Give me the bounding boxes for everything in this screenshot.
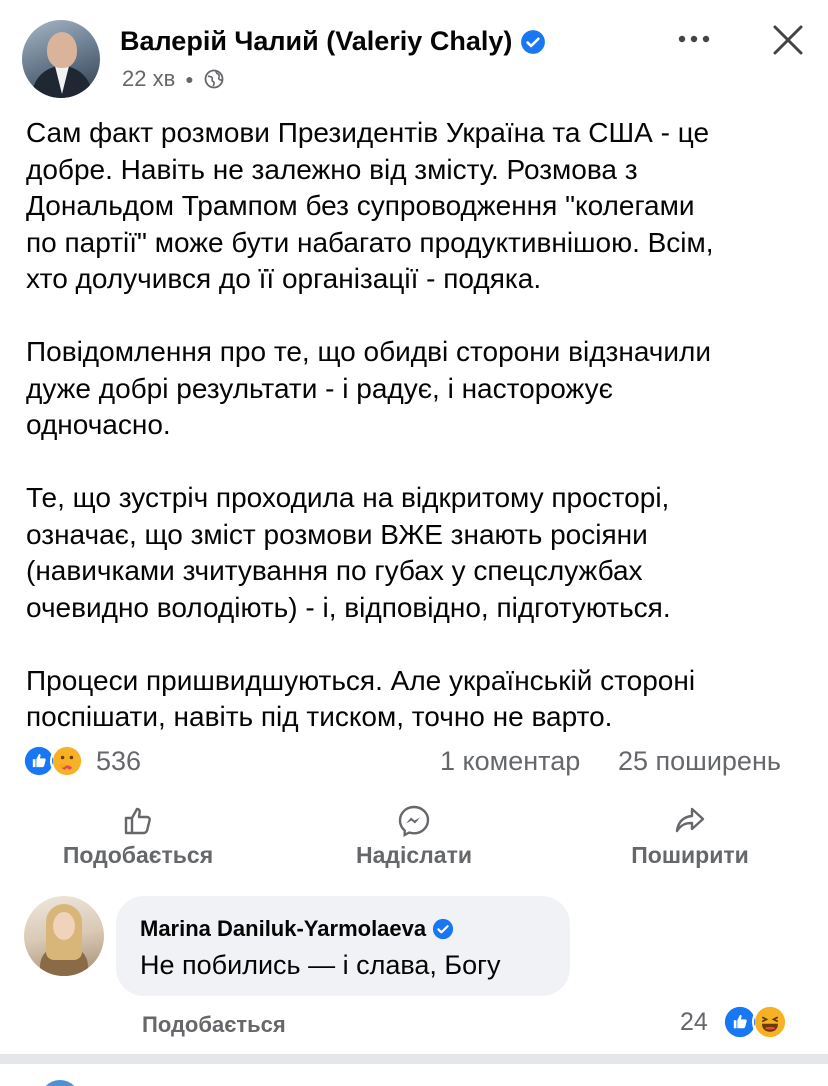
post-time[interactable]: 22 хв: [122, 66, 175, 92]
close-icon[interactable]: [770, 22, 806, 58]
haha-reaction-icon: [752, 1004, 788, 1040]
comment-author-name[interactable]: Marina Daniluk-Yarmolaeva: [140, 916, 426, 942]
post-paragraph: Те, що зустріч проходила на відкритому п…: [26, 482, 671, 623]
comments-count[interactable]: 1 коментар: [440, 746, 580, 777]
post-actions: Подобається Надіслати Поширити: [0, 800, 828, 880]
meta-separator: ●: [185, 71, 194, 87]
author-avatar[interactable]: [22, 20, 100, 98]
section-divider: [0, 1054, 828, 1064]
post-paragraph: Повідомлення про те, що обидві сторони в…: [26, 336, 712, 440]
share-label: Поширити: [631, 842, 749, 868]
post-paragraph: Процеси пришвидшуються. Але українській …: [26, 664, 696, 733]
comment-reaction-count[interactable]: 24: [680, 1008, 708, 1037]
thumbs-up-icon: [124, 807, 151, 835]
post-text: Сам факт розмови Президентів Україна та …: [26, 115, 806, 772]
author-name[interactable]: Валерій Чалий (Valeriy Chaly): [120, 26, 546, 57]
post-header: Валерій Чалий (Valeriy Chaly) 22 хв ●: [22, 20, 806, 100]
comment-text: Не побились — і слава, Богу: [140, 950, 501, 980]
verified-badge-icon: [433, 918, 454, 940]
like-button[interactable]: Подобається: [18, 800, 258, 869]
care-reaction-icon: [50, 744, 84, 778]
like-label: Подобається: [62, 842, 214, 868]
shares-count[interactable]: 25 поширень: [618, 746, 781, 777]
share-arrow-icon: [675, 807, 705, 833]
reactions-summary: 536 1 коментар 25 поширень: [22, 744, 806, 780]
send-label: Надіслати: [356, 842, 472, 868]
verified-badge-icon: [521, 29, 546, 54]
comment-like-button[interactable]: Подобається: [142, 1012, 286, 1038]
next-item-avatar: [40, 1080, 80, 1086]
globe-icon: [204, 69, 224, 89]
comment-bubble: Marina Daniluk-Yarmolaeva Не побились — …: [116, 896, 570, 996]
reaction-icons[interactable]: [22, 744, 84, 778]
reaction-count[interactable]: 536: [96, 746, 141, 777]
author-name-text[interactable]: Валерій Чалий (Valeriy Chaly): [120, 26, 512, 57]
share-button[interactable]: Поширити: [570, 800, 810, 869]
comment-author[interactable]: Marina Daniluk-Yarmolaeva: [140, 916, 546, 942]
commenter-avatar[interactable]: [24, 896, 104, 976]
post-meta: 22 хв ●: [122, 66, 224, 92]
comment-reaction-icons[interactable]: [722, 1004, 788, 1040]
post-paragraph: Сам факт розмови Президентів Україна та …: [26, 117, 714, 294]
more-icon[interactable]: [674, 24, 714, 54]
messenger-icon: [398, 805, 430, 838]
send-button[interactable]: Надіслати: [294, 800, 534, 869]
